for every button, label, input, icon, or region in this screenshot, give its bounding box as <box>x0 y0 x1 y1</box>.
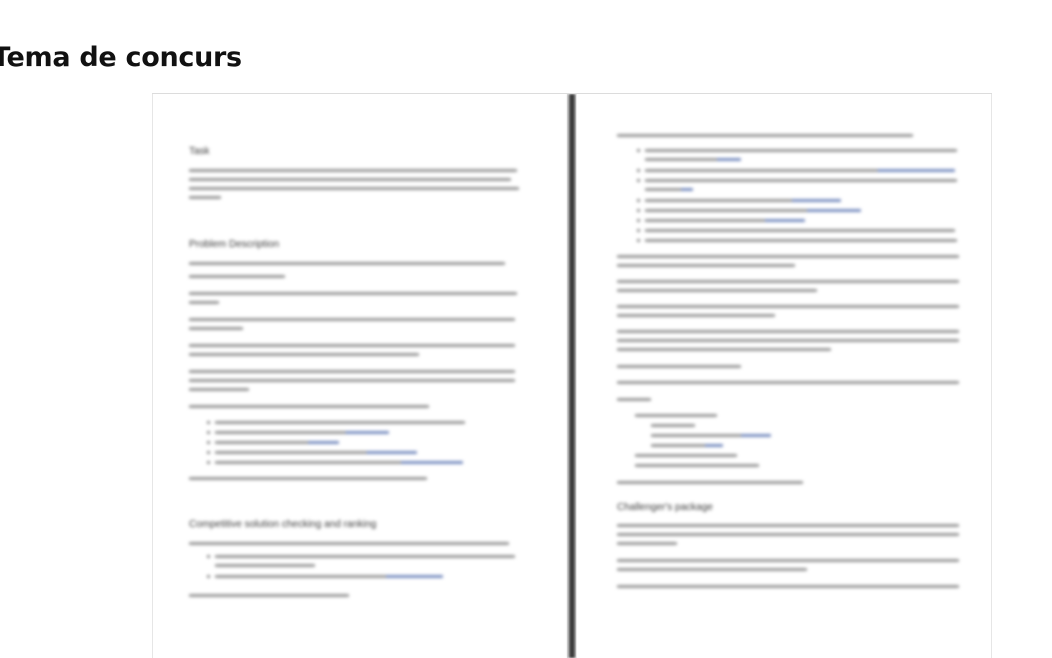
page-divider <box>568 94 576 658</box>
blurred-page-content: Challenger's package <box>577 94 991 658</box>
blurred-page-content: Task Problem Description Competitive sol… <box>153 94 567 658</box>
document-page-left: Task Problem Description Competitive sol… <box>152 94 568 658</box>
section-heading-challengers-package: Challenger's package <box>617 502 713 513</box>
document-page-right: Challenger's package <box>576 94 992 658</box>
section-heading-task: Task <box>189 146 210 157</box>
section-heading-problem-description: Problem Description <box>189 239 280 250</box>
page-title: Tema de concurs <box>0 42 242 73</box>
section-heading-competitive-checking: Competitive solution checking and rankin… <box>189 519 377 530</box>
document-preview: Task Problem Description Competitive sol… <box>152 93 992 658</box>
